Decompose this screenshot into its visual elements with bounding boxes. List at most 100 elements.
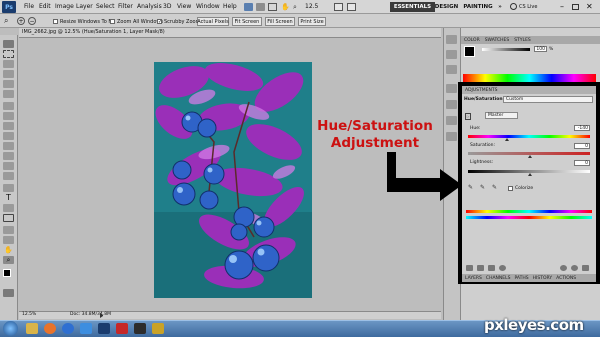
lightness-slider-handle[interactable]: [528, 173, 532, 176]
clip-to-layer-icon[interactable]: [488, 265, 495, 271]
k-value[interactable]: 100: [534, 46, 547, 52]
resize-windows-checkbox[interactable]: [53, 19, 58, 24]
lasso-tool-icon[interactable]: [3, 60, 14, 68]
preset-dropdown[interactable]: Custom: [503, 96, 593, 103]
healing-brush-tool-icon[interactable]: [3, 102, 14, 110]
menu-select[interactable]: Select: [96, 3, 115, 12]
brush-presets-icon[interactable]: [446, 84, 457, 93]
actual-pixels-button[interactable]: Actual Pixels: [197, 17, 229, 26]
status-zoom[interactable]: 12.5%: [22, 312, 36, 317]
clone-source-icon[interactable]: [446, 100, 457, 109]
minibridge-icon[interactable]: [256, 3, 265, 11]
tab-actions[interactable]: ACTIONS: [556, 276, 576, 281]
quick-select-tool-icon[interactable]: [3, 70, 14, 78]
hue-slider-handle[interactable]: [505, 138, 509, 141]
minimize-icon[interactable]: –: [560, 2, 564, 11]
visibility-eye-icon[interactable]: [499, 265, 506, 271]
foreground-color-swatch[interactable]: [3, 269, 11, 277]
workspace-essentials[interactable]: ESSENTIALS: [390, 2, 435, 12]
document-tab[interactable]: IMG_2662.jpg @ 12.5% (Hue/Saturation 1, …: [22, 29, 165, 35]
explorer-taskbar-icon[interactable]: [26, 323, 38, 334]
eyedropper-icon[interactable]: ✎: [468, 185, 474, 191]
targeted-adjustment-icon[interactable]: ☞: [465, 113, 471, 120]
app-taskbar-icon[interactable]: [80, 323, 92, 334]
actions-panel-icon[interactable]: [446, 65, 457, 74]
return-to-list-icon[interactable]: [466, 265, 473, 271]
menu-image[interactable]: Image: [55, 3, 74, 12]
fit-screen-button[interactable]: Fit Screen: [232, 17, 262, 26]
hue-value[interactable]: -140: [574, 125, 590, 131]
media-taskbar-icon[interactable]: [116, 323, 128, 334]
extras-grid-icon[interactable]: [268, 3, 277, 11]
clone-stamp-tool-icon[interactable]: [3, 122, 14, 130]
photoshop-taskbar-icon[interactable]: [98, 323, 110, 334]
zoom-tool-active-icon[interactable]: ⌕: [3, 256, 14, 264]
tab-paths[interactable]: PATHS: [514, 276, 528, 281]
start-button-icon[interactable]: [3, 321, 18, 336]
fill-screen-button[interactable]: Fill Screen: [265, 17, 295, 26]
scrubby-zoom-checkbox[interactable]: ✓: [157, 19, 162, 25]
zoom-icon[interactable]: ⌕: [293, 3, 302, 11]
menu-window[interactable]: Window: [196, 3, 220, 12]
lightness-value[interactable]: 0: [574, 160, 590, 166]
zoom-tool-icon[interactable]: ⌕: [4, 16, 14, 26]
saturation-value[interactable]: 0: [574, 143, 590, 149]
saturation-slider-handle[interactable]: [528, 155, 532, 158]
menu-layer[interactable]: Layer: [76, 3, 93, 12]
3d-orbit-tool-icon[interactable]: [3, 236, 14, 244]
tab-layers[interactable]: LAYERS: [465, 276, 482, 281]
ie-taskbar-icon[interactable]: [62, 323, 74, 334]
print-size-button[interactable]: Print Size: [298, 17, 326, 26]
marquee-tool-icon[interactable]: [3, 50, 14, 58]
menu-filter[interactable]: Filter: [118, 3, 133, 12]
firefox-taskbar-icon[interactable]: [44, 323, 56, 334]
pen-tool-icon[interactable]: [3, 184, 14, 192]
colorize-checkbox[interactable]: [508, 186, 513, 191]
expanded-view-icon[interactable]: [477, 265, 484, 271]
history-panel-icon[interactable]: [446, 50, 457, 59]
zoom-level[interactable]: 12.5: [305, 3, 318, 12]
color-foreground-swatch[interactable]: [464, 46, 475, 57]
menu-edit[interactable]: Edit: [39, 3, 51, 12]
3d-rotate-tool-icon[interactable]: [3, 226, 14, 234]
gradient-tool-icon[interactable]: [3, 152, 14, 160]
hand-tool-icon[interactable]: ✋: [3, 246, 14, 254]
cs-live-label[interactable]: CS Live: [519, 4, 537, 13]
menu-analysis[interactable]: Analysis: [137, 3, 162, 12]
workspace-design[interactable]: DESIGN: [434, 2, 459, 12]
status-menu-arrow-icon[interactable]: [100, 313, 105, 318]
blur-tool-icon[interactable]: [3, 162, 14, 170]
trash-icon[interactable]: [582, 265, 589, 271]
reset-icon[interactable]: [571, 265, 578, 271]
move-tool-icon[interactable]: [3, 40, 14, 48]
tab-color[interactable]: COLOR: [464, 38, 480, 43]
eyedropper-tool-icon[interactable]: [3, 90, 14, 98]
tab-history[interactable]: HISTORY: [533, 276, 552, 281]
tab-styles[interactable]: STYLES: [514, 38, 531, 43]
more-workspaces-icon[interactable]: »: [496, 2, 504, 12]
history-brush-tool-icon[interactable]: [3, 132, 14, 140]
zoom-all-checkbox[interactable]: [110, 19, 115, 24]
menu-3d[interactable]: 3D: [163, 3, 171, 12]
dodge-tool-icon[interactable]: [3, 172, 14, 180]
mini-bridge-panel-icon[interactable]: [446, 35, 457, 44]
eyedropper-minus-icon[interactable]: ✎: [492, 185, 498, 191]
rectangle-tool-icon[interactable]: [3, 214, 14, 222]
eyedropper-plus-icon[interactable]: ✎: [480, 185, 486, 191]
tab-swatches[interactable]: SWATCHES: [485, 38, 510, 43]
bridge-icon[interactable]: [244, 3, 253, 11]
eraser-tool-icon[interactable]: [3, 142, 14, 150]
menu-view[interactable]: View: [177, 3, 191, 12]
zoom-in-icon[interactable]: +: [17, 17, 25, 25]
document-image[interactable]: [154, 62, 312, 298]
arrange-documents-icon[interactable]: [334, 3, 343, 11]
close-icon[interactable]: ✕: [586, 2, 593, 11]
quick-mask-icon[interactable]: [3, 289, 14, 297]
zoom-out-icon[interactable]: −: [28, 17, 36, 25]
tab-channels[interactable]: CHANNELS: [486, 276, 511, 281]
media-player-taskbar-icon[interactable]: [134, 323, 146, 334]
crop-tool-icon[interactable]: [3, 80, 14, 88]
cs-live-icon[interactable]: [510, 3, 517, 10]
maximize-icon[interactable]: [572, 4, 579, 10]
hue-slider[interactable]: [468, 135, 590, 138]
